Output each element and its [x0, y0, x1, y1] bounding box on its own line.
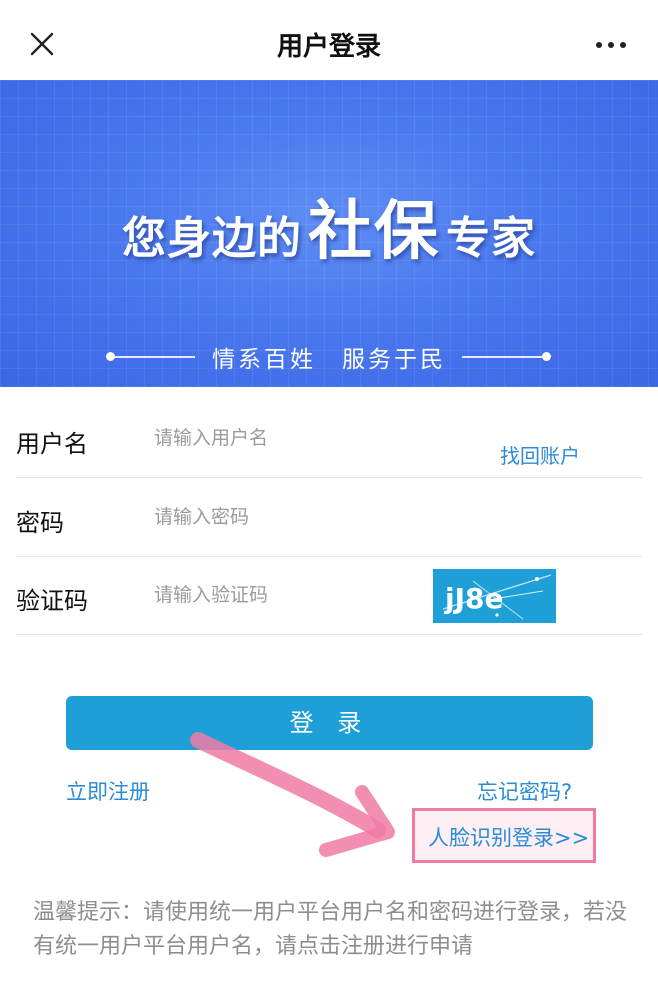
captcha-label: 验证码: [16, 587, 88, 615]
banner-subtitle: 情系百姓 服务于民: [212, 347, 446, 373]
banner-headline: 您身边的社保 专家: [0, 180, 658, 272]
password-label: 密码: [16, 509, 64, 537]
banner-headline-left: 您身边的: [122, 213, 302, 264]
banner-headline-right: 专家: [446, 213, 536, 264]
tip-text: 温馨提示：请使用统一用户平台用户名和密码进行登录，若没有统一用户平台用户名，请点…: [33, 900, 628, 959]
close-icon: [30, 32, 54, 56]
close-button[interactable]: [24, 26, 60, 62]
username-row: 用户名 找回账户: [16, 400, 642, 478]
banner-headline-main: 社保: [308, 195, 440, 269]
username-label: 用户名: [16, 430, 88, 458]
captcha-input[interactable]: [154, 575, 424, 615]
banner-line-right: [462, 356, 542, 358]
promo-banner: 您身边的社保 专家 情系百姓 服务于民: [0, 80, 658, 387]
captcha-row: 验证码 jJ8e: [16, 557, 642, 635]
login-button[interactable]: 登 录: [66, 696, 593, 750]
username-input[interactable]: [154, 418, 424, 458]
captcha-image[interactable]: jJ8e: [433, 569, 556, 623]
face-login-link[interactable]: 人脸识别登录>>: [428, 822, 589, 852]
page-title: 用户登录: [276, 32, 381, 62]
captcha-text: jJ8e: [444, 582, 504, 615]
more-dots-icon: [596, 42, 626, 48]
recover-account-link[interactable]: 找回账户: [500, 440, 580, 469]
more-button[interactable]: [592, 30, 632, 60]
password-input[interactable]: [154, 497, 424, 537]
register-link[interactable]: 立即注册: [66, 776, 150, 806]
forgot-password-link[interactable]: 忘记密码?: [477, 776, 572, 806]
banner-subtitle-row: 情系百姓 服务于民: [0, 338, 658, 378]
banner-dot-right: [542, 352, 551, 361]
top-bar: 用户登录: [0, 0, 658, 88]
captcha-noise: jJ8e: [442, 574, 552, 620]
password-row: 密码: [16, 479, 642, 557]
